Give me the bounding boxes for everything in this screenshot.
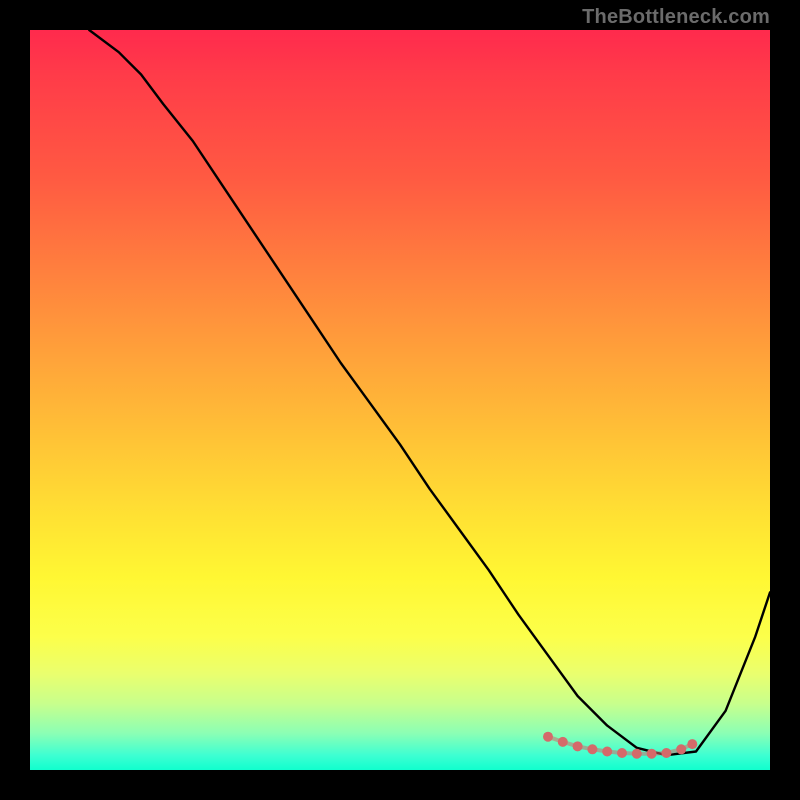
optimal-range-dot <box>647 749 657 759</box>
optimal-range-dot <box>617 748 627 758</box>
watermark-text: TheBottleneck.com <box>582 6 770 29</box>
optimal-range-dot <box>602 747 612 757</box>
chart-svg <box>30 30 770 770</box>
optimal-range-dot <box>543 732 553 742</box>
optimal-range-dot <box>676 744 686 754</box>
chart-container: TheBottleneck.com <box>0 0 800 800</box>
optimal-range-dot <box>558 737 568 747</box>
optimal-range-dot <box>632 749 642 759</box>
optimal-range-dot <box>573 741 583 751</box>
chart-plot-area <box>30 30 770 770</box>
optimal-range-dot <box>587 744 597 754</box>
optimal-range-dot <box>661 748 671 758</box>
bottleneck-curve <box>89 30 770 755</box>
optimal-range-dot <box>687 739 697 749</box>
